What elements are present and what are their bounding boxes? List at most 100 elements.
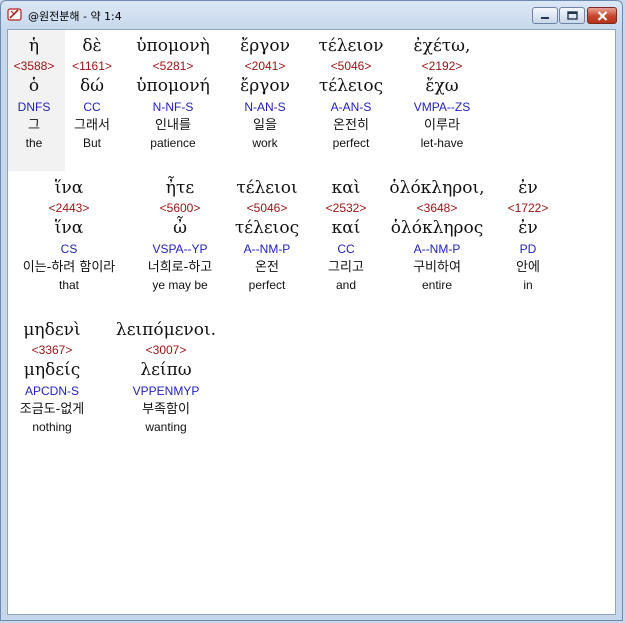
word-column[interactable]: δὲ <1161> δώ CC 그래서 But: [72, 34, 112, 151]
english-gloss: wanting: [145, 420, 187, 434]
english-gloss: and: [335, 278, 357, 292]
parsing-code: APCDN-S: [24, 384, 79, 398]
maximize-icon: [566, 11, 578, 20]
parsing-code: VSPA--YP: [152, 242, 208, 256]
greek-word: ἦτε: [165, 178, 195, 198]
title-bar[interactable]: @원전분해 - 약 1:4: [1, 1, 622, 29]
lemma-word: καί: [331, 218, 361, 238]
word-column[interactable]: ἵνα <2443> ἵνα CS 이는-하려 함이라 that: [23, 176, 116, 293]
greek-word: καὶ: [331, 178, 361, 198]
word-column[interactable]: ἔργον <2041> ἔργον N-AN-S 일을 work: [240, 34, 290, 151]
english-gloss: perfect: [332, 136, 370, 150]
minimize-button[interactable]: [532, 7, 558, 24]
english-gloss: perfect: [248, 278, 286, 292]
strong-number[interactable]: <5046>: [235, 200, 299, 217]
lemma-word: ὑπομονή: [136, 76, 210, 96]
parsing-code: VMPA--ZS: [413, 100, 471, 114]
greek-word: δὲ: [82, 36, 102, 56]
english-gloss: the: [25, 136, 43, 150]
strong-number[interactable]: <5281>: [136, 58, 210, 75]
greek-word: ὑπομονὴ: [136, 36, 210, 56]
parsing-code: N-AN-S: [244, 100, 286, 114]
korean-gloss: 너희로-하고: [147, 260, 213, 275]
greek-word: ἐν: [518, 178, 538, 198]
greek-word: ἵνα: [54, 178, 84, 198]
lemma-word: ὁλόκληρος: [390, 218, 484, 238]
strong-number[interactable]: <5046>: [318, 58, 383, 75]
app-window: @원전분해 - 약 1:4 ἡ <3588> ὁ DNFS 그 the δὲ <…: [0, 0, 623, 621]
parsing-code: A-AN-S: [330, 100, 372, 114]
close-icon: [597, 10, 607, 21]
strong-number[interactable]: <1722>: [508, 200, 549, 217]
korean-gloss: 조금도-없게: [19, 402, 85, 417]
minimize-icon: [541, 16, 549, 19]
parsing-code: CC: [337, 242, 355, 256]
word-column[interactable]: ὁλόκληροι, <3648> ὁλόκληρος A--NM-P 구비하여…: [389, 176, 484, 293]
window-title: @원전분해 - 약 1:4: [28, 10, 122, 23]
english-gloss: work: [252, 136, 278, 150]
strong-number[interactable]: <2041>: [240, 58, 290, 75]
greek-word: ἐχέτω,: [413, 36, 471, 56]
parsing-code: CS: [60, 242, 78, 256]
lemma-word: δώ: [79, 76, 105, 96]
lemma-word: τέλειος: [318, 76, 384, 96]
english-gloss: But: [82, 136, 102, 150]
lemma-word: ἐν: [518, 218, 538, 238]
word-column[interactable]: ἦτε <5600> ὦ VSPA--YP 너희로-하고 ye may be: [148, 176, 213, 293]
greek-word: ἡ: [28, 36, 40, 56]
lemma-word: ὦ: [173, 218, 187, 238]
english-gloss: ye may be: [152, 278, 208, 292]
lemma-word: ἔχω: [425, 76, 459, 96]
word-column[interactable]: ἐν <1722> ἐν PD 안에 in: [508, 176, 549, 293]
parsing-code: PD: [519, 242, 537, 256]
strong-number[interactable]: <2532>: [326, 200, 367, 217]
close-button[interactable]: [587, 7, 617, 24]
word-column[interactable]: λειπόμενοι. <3007> λείπω VPPENMYP 부족함이 w…: [116, 318, 216, 435]
lemma-word: μηδείς: [23, 360, 81, 380]
strong-number[interactable]: <1161>: [72, 58, 112, 75]
korean-gloss: 이는-하려 함이라: [22, 260, 116, 275]
parsing-code: CC: [83, 100, 101, 114]
parsing-code: N-NF-S: [152, 100, 194, 114]
lemma-word: ἔργον: [240, 76, 290, 96]
english-gloss: entire: [421, 278, 453, 292]
word-column[interactable]: ἡ <3588> ὁ DNFS 그 the: [14, 34, 55, 151]
word-column[interactable]: μηδενὶ <3367> μηδείς APCDN-S 조금도-없게 noth…: [20, 318, 85, 435]
parsing-code: A--NM-P: [243, 242, 291, 256]
lemma-word: ὁ: [28, 76, 40, 96]
interlinear-text-area[interactable]: ἡ <3588> ὁ DNFS 그 the δὲ <1161> δώ CC 그래…: [7, 29, 616, 615]
bible-app-icon: [7, 8, 22, 21]
strong-number[interactable]: <2443>: [23, 200, 116, 217]
english-gloss: nothing: [32, 420, 72, 434]
strong-number[interactable]: <3648>: [389, 200, 484, 217]
greek-word: τέλειοι: [236, 178, 298, 198]
maximize-button[interactable]: [559, 7, 585, 24]
word-column[interactable]: τέλειον <5046> τέλειος A-AN-S 온전히 perfec…: [318, 34, 383, 151]
greek-word: ὁλόκληροι,: [389, 178, 485, 198]
strong-number[interactable]: <3007>: [116, 342, 216, 359]
lemma-word: ἵνα: [54, 218, 84, 238]
word-column[interactable]: ὑπομονὴ <5281> ὑπομονή N-NF-S 인내를 patien…: [136, 34, 210, 151]
korean-gloss: 일을: [253, 118, 277, 133]
english-gloss: in: [523, 278, 533, 292]
strong-number[interactable]: <3588>: [14, 58, 55, 75]
lemma-word: τέλειος: [234, 218, 300, 238]
english-gloss: let-have: [420, 136, 464, 150]
parsing-code: DNFS: [17, 100, 51, 114]
strong-number[interactable]: <2192>: [414, 58, 471, 75]
korean-gloss: 인내를: [155, 118, 191, 133]
parsing-code: VPPENMYP: [132, 384, 200, 398]
strong-number[interactable]: <5600>: [148, 200, 213, 217]
word-column[interactable]: τέλειοι <5046> τέλειος A--NM-P 온전 perfec…: [235, 176, 299, 293]
korean-gloss: 그리고: [328, 260, 364, 275]
korean-gloss: 이루라: [424, 118, 460, 133]
lemma-word: λείπω: [140, 360, 192, 380]
word-column[interactable]: καὶ <2532> καί CC 그리고 and: [326, 176, 367, 293]
korean-gloss: 부족함이: [142, 402, 190, 417]
strong-number[interactable]: <3367>: [20, 342, 85, 359]
word-column[interactable]: ἐχέτω, <2192> ἔχω VMPA--ZS 이루라 let-have: [414, 34, 471, 151]
english-gloss: patience: [150, 136, 196, 150]
greek-word: μηδενὶ: [23, 320, 81, 340]
greek-word: τέλειον: [318, 36, 384, 56]
korean-gloss: 온전: [255, 260, 279, 275]
